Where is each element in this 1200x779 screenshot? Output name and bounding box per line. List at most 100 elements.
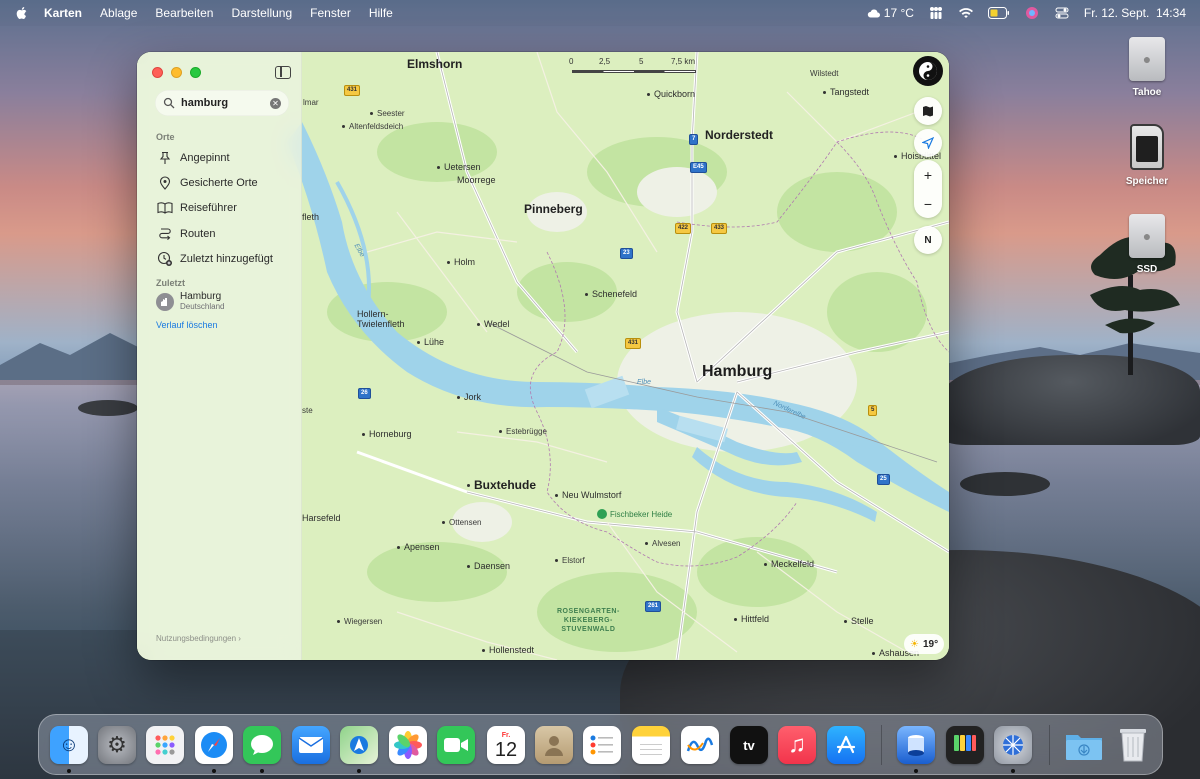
family-icon[interactable]: [928, 5, 944, 21]
dock-trash-icon[interactable]: [1114, 726, 1152, 764]
map-label-seester: Seester: [370, 109, 405, 118]
close-button[interactable]: [152, 67, 163, 78]
dock-maps-icon[interactable]: [340, 726, 378, 764]
weather-badge-temp: 19°: [922, 638, 939, 650]
map-label-hamburg: Hamburg: [702, 363, 773, 380]
menubar-datetime[interactable]: Fr. 12. Sept. 14:34: [1084, 6, 1186, 20]
sidebar-item-label: Gesicherte Orte: [180, 177, 258, 189]
map-label-estebruegge: Estebrügge: [499, 427, 547, 436]
dock-apps-icon[interactable]: [146, 726, 184, 764]
clear-history-link[interactable]: Verlauf löschen: [156, 320, 218, 330]
dock-facetime-icon[interactable]: [437, 726, 475, 764]
book-icon: [157, 200, 173, 216]
maps-window: Hamburg Norderstedt Pinneberg Elmshorn B…: [137, 52, 949, 660]
map-label-quickborn: Quickborn: [647, 89, 695, 99]
clear-search-icon[interactable]: ✕: [270, 97, 281, 109]
routes-icon: [157, 226, 173, 242]
map-mode-icon[interactable]: [914, 97, 942, 125]
dock-appstore-icon[interactable]: [827, 726, 865, 764]
dock-screenshot-icon[interactable]: [946, 726, 984, 764]
scale-label: 5: [639, 57, 644, 66]
menu-app-name[interactable]: Karten: [44, 6, 82, 20]
weather-cloud-icon: [867, 9, 880, 18]
zoom-in-button[interactable]: +: [914, 160, 942, 189]
map-label-harsefeld: Harsefeld: [302, 513, 341, 523]
dock-safari-icon[interactable]: [195, 726, 233, 764]
map-label-wilstedt: Wilstedt: [810, 69, 839, 78]
weather-temp: 17 °C: [883, 6, 914, 20]
zoom-button[interactable]: [190, 67, 201, 78]
menu-ablage[interactable]: Ablage: [100, 6, 137, 20]
sidebar-item-label: Routen: [180, 228, 216, 240]
zoom-out-button[interactable]: −: [914, 189, 942, 218]
search-input[interactable]: hamburg: [181, 97, 270, 109]
road-shield: 25: [877, 474, 890, 485]
map-label-moorrege: Moorrege: [457, 175, 496, 185]
menu-darstellung[interactable]: Darstellung: [231, 6, 292, 20]
battery-icon[interactable]: [987, 5, 1010, 21]
siri-icon[interactable]: [1024, 5, 1040, 21]
apple-icon[interactable]: [14, 5, 30, 21]
map-label-holm: Holm: [447, 257, 475, 267]
menu-bearbeiten[interactable]: Bearbeiten: [155, 6, 213, 20]
sidebar-item-reisefuehrer[interactable]: Reiseführer: [157, 198, 237, 218]
road-shield: 422: [675, 223, 692, 234]
dock-mail-icon[interactable]: [292, 726, 330, 764]
road-shield: 26: [358, 388, 371, 399]
terms-label: Nutzungsbedingungen: [156, 634, 237, 643]
sidebar-item-gesicherte-orte[interactable]: Gesicherte Orte: [157, 173, 258, 193]
dock-downloads-icon[interactable]: [1065, 726, 1103, 764]
map-label-luehe: Lühe: [417, 337, 444, 347]
map-poi-fischbeker[interactable]: Fischbeker Heide: [597, 509, 672, 519]
dock-messages-icon[interactable]: [243, 726, 281, 764]
sidebar-item-angepinnt[interactable]: Angepinnt: [157, 148, 230, 168]
dock-network-icon[interactable]: [994, 726, 1032, 764]
dock-notes-icon[interactable]: [632, 726, 670, 764]
map-label-hittfeld: Hittfeld: [734, 614, 769, 624]
dock-photos-icon[interactable]: [389, 726, 427, 764]
control-center-icon[interactable]: [1054, 5, 1070, 21]
minimize-button[interactable]: [171, 67, 182, 78]
dock-reminders-icon[interactable]: [583, 726, 621, 764]
weather-status[interactable]: 17 °C: [867, 6, 914, 20]
sidebar-item-routen[interactable]: Routen: [157, 224, 215, 244]
menu-fenster[interactable]: Fenster: [310, 6, 351, 20]
map-label-schenefeld: Schenefeld: [585, 289, 637, 299]
dock-calendar-icon[interactable]: Fr. 12: [487, 726, 525, 764]
sidebar-item-label: Reiseführer: [180, 202, 237, 214]
sidebar-item-zuletzt-hinzugefuegt[interactable]: Zuletzt hinzugefügt: [157, 249, 273, 269]
dock-finder-icon[interactable]: ☺: [50, 726, 88, 764]
dock-freeform-icon[interactable]: [681, 726, 719, 764]
map-label-meckelfeld: Meckelfeld: [764, 559, 814, 569]
wifi-icon[interactable]: [958, 5, 974, 21]
desktop-item-ssd[interactable]: ● SSD: [1112, 214, 1182, 275]
compass-button[interactable]: N: [914, 226, 942, 254]
dock-music-icon[interactable]: ♫: [778, 726, 816, 764]
pin-icon: [157, 150, 173, 166]
sidebar-toggle-icon[interactable]: [275, 66, 291, 79]
dock-contacts-icon[interactable]: [535, 726, 573, 764]
map-label-buxtehude: Buxtehude: [467, 478, 536, 492]
dock-tv-icon[interactable]: tv: [730, 726, 768, 764]
map-label-wedel: Wedel: [477, 319, 509, 329]
dock-settings-icon[interactable]: ⚙: [98, 726, 136, 764]
look-around-icon[interactable]: [913, 56, 943, 86]
dock: ☺ ⚙ Fr. 12 tv ♫: [38, 714, 1163, 775]
scale-label: 2,5: [599, 57, 611, 66]
terms-link[interactable]: Nutzungsbedingungen ›: [156, 634, 241, 643]
zoom-controls: + −: [914, 160, 942, 218]
menu-hilfe[interactable]: Hilfe: [369, 6, 393, 20]
desktop-item-tahoe[interactable]: ● Tahoe: [1112, 37, 1182, 98]
map-label-norderstedt: Norderstedt: [705, 128, 774, 142]
recent-item-hamburg[interactable]: Hamburg Deutschland: [156, 291, 224, 312]
search-field[interactable]: hamburg ✕: [155, 90, 289, 116]
desktop-item-speicher[interactable]: Speicher: [1112, 124, 1182, 187]
location-arrow-icon[interactable]: [914, 129, 942, 157]
road-shield: 23: [620, 248, 633, 259]
section-head-orte: Orte: [156, 132, 175, 142]
location-pin-icon: [157, 175, 173, 191]
map-weather-badge[interactable]: ☀ 19°: [904, 634, 945, 654]
dock-preview-icon[interactable]: [897, 726, 935, 764]
road-shield: E45: [690, 162, 707, 173]
map-label-wiegersen: Wiegersen: [337, 617, 382, 626]
